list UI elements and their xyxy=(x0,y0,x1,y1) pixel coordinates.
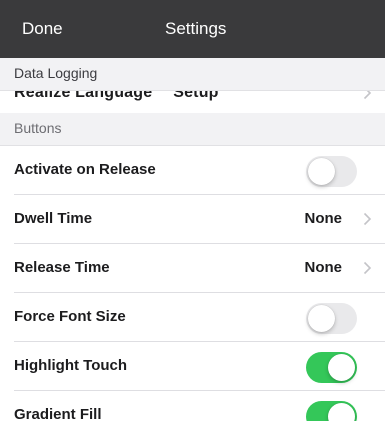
settings-screen: Done Settings Data Logging Realize Langu… xyxy=(0,0,385,421)
row-highlight-touch[interactable]: Highlight Touch xyxy=(0,342,385,391)
section-header-label: Data Logging xyxy=(14,65,98,81)
row-label: Highlight Touch xyxy=(14,357,128,374)
row-activate-on-release[interactable]: Activate on Release xyxy=(0,146,385,195)
toggle-knob xyxy=(308,158,335,185)
toggle-knob xyxy=(328,354,355,381)
chevron-right-icon xyxy=(363,212,372,226)
force-font-size-toggle[interactable] xyxy=(306,303,357,334)
done-button[interactable]: Done xyxy=(22,19,63,39)
row-force-font-size[interactable]: Force Font Size xyxy=(0,293,385,342)
toggle-knob xyxy=(328,403,355,421)
section-header-label: Buttons xyxy=(14,120,62,136)
row-label: Activate on Release xyxy=(14,161,156,178)
row-label: Release Time xyxy=(14,259,110,276)
row-label: Force Font Size xyxy=(14,308,126,325)
page-title: Settings xyxy=(165,19,227,38)
row-label: Gradient Fill xyxy=(14,406,102,421)
activate-on-release-toggle[interactable] xyxy=(306,156,357,187)
section-header-buttons: Buttons xyxy=(0,113,385,146)
settings-list[interactable]: Data Logging Realize Language™ Setup But… xyxy=(0,58,385,421)
row-label: Dwell Time xyxy=(14,210,93,227)
row-gradient-fill[interactable]: Gradient Fill xyxy=(0,391,385,421)
row-value: None xyxy=(304,210,343,227)
row-release-time[interactable]: Release Time None xyxy=(0,244,385,293)
highlight-touch-toggle[interactable] xyxy=(306,352,357,383)
toggle-knob xyxy=(308,305,335,332)
gradient-fill-toggle[interactable] xyxy=(306,401,357,421)
navigation-bar: Done Settings xyxy=(0,0,385,58)
section-header-data-logging: Data Logging xyxy=(0,58,385,91)
row-value: None xyxy=(304,259,343,276)
chevron-right-icon xyxy=(363,261,372,275)
row-dwell-time[interactable]: Dwell Time None xyxy=(0,195,385,244)
